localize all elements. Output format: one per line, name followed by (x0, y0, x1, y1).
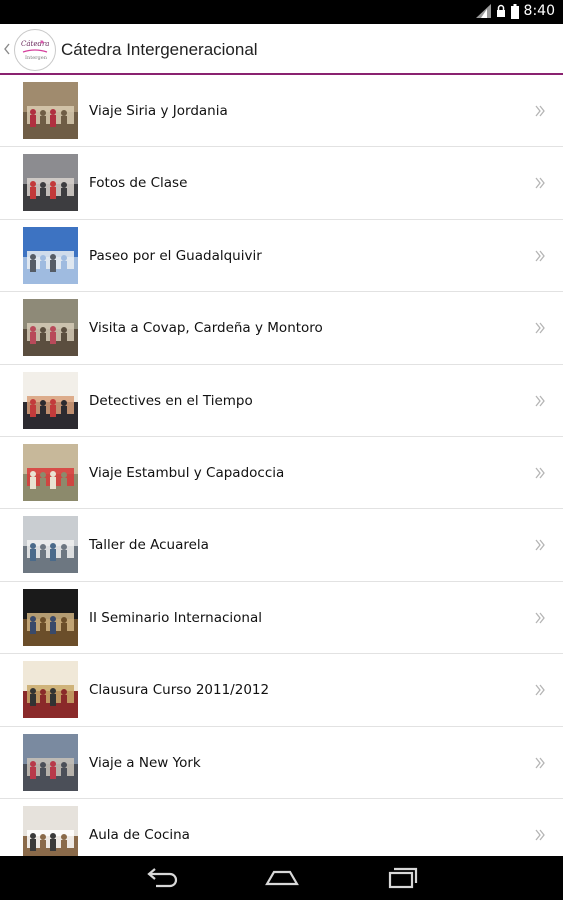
album-thumbnail (23, 443, 78, 501)
signal-icon (475, 4, 491, 18)
svg-text:Cátedra: Cátedra (21, 40, 50, 48)
recent-apps-button[interactable] (382, 864, 422, 892)
chevron-right-icon (533, 320, 547, 336)
album-row[interactable]: Taller de Acuarela (0, 509, 563, 582)
album-thumbnail (23, 588, 78, 646)
back-button[interactable] (142, 864, 182, 892)
album-row[interactable]: Viaje Estambul y Capadoccia (0, 437, 563, 510)
chevron-right-icon (533, 827, 547, 843)
album-label: Viaje Siria y Jordania (89, 103, 228, 119)
class-group-photo (23, 154, 78, 212)
album-thumbnail (23, 226, 78, 284)
chevron-right-icon (533, 103, 547, 119)
album-row[interactable]: Paseo por el Guadalquivir (0, 220, 563, 293)
album-label: Clausura Curso 2011/2012 (89, 682, 270, 699)
chevron-right-icon (533, 465, 547, 481)
city-group-photo (23, 733, 78, 791)
album-label: Visita a Covap, Cardeña y Montoro (89, 320, 323, 337)
album-label: Fotos de Clase (89, 175, 188, 192)
album-row[interactable]: Viaje Siria y Jordania (0, 75, 563, 148)
workshop-room-photo (23, 516, 78, 574)
chevron-right-icon (533, 755, 547, 771)
chevron-right-icon (533, 610, 547, 626)
lock-icon (496, 4, 505, 17)
album-row[interactable]: Fotos de Clase (0, 147, 563, 220)
people-standing-photo (23, 371, 78, 429)
chevron-left-icon (3, 39, 13, 59)
action-bar: Cátedra Intergen Cátedra Intergeneracion… (0, 24, 563, 75)
album-thumbnail (23, 371, 78, 429)
album-label: II Seminario Internacional (89, 609, 263, 626)
bridge-pylons-photo (23, 226, 78, 284)
album-thumbnail (23, 661, 78, 719)
album-label: Aula de Cocina (89, 826, 190, 843)
album-label: Taller de Acuarela (89, 537, 209, 554)
recent-apps-icon (388, 867, 418, 889)
album-label: Viaje Estambul y Capadoccia (89, 464, 285, 481)
album-row[interactable]: Clausura Curso 2011/2012 (0, 654, 563, 727)
chevron-right-icon (533, 175, 547, 191)
album-label: Viaje a New York (89, 754, 201, 771)
ceremony-photo (23, 661, 78, 719)
seminar-stage-photo (23, 588, 78, 646)
kitchen-class-photo (23, 805, 78, 856)
album-thumbnail (23, 299, 78, 357)
navigation-bar (0, 856, 563, 900)
back-icon (147, 868, 178, 888)
album-label: Detectives en el Tiempo (89, 392, 253, 409)
album-list: Viaje Siria y Jordania Fotos de Clase Pase… (0, 75, 563, 856)
album-row[interactable]: Aula de Cocina (0, 799, 563, 856)
album-thumbnail (23, 516, 78, 574)
status-icons: 8:40 (475, 3, 555, 19)
album-label: Paseo por el Guadalquivir (89, 247, 262, 264)
group-outdoors-photo (23, 299, 78, 357)
album-row[interactable]: Visita a Covap, Cardeña y Montoro (0, 292, 563, 365)
svg-text:Intergen: Intergen (25, 55, 48, 61)
chevron-right-icon (533, 537, 547, 553)
album-row[interactable]: Viaje a New York (0, 727, 563, 799)
album-row[interactable]: II Seminario Internacional (0, 582, 563, 655)
home-button[interactable] (262, 864, 302, 892)
album-thumbnail (23, 733, 78, 791)
battery-icon (510, 3, 519, 19)
album-thumbnail (23, 82, 78, 139)
chevron-right-icon (533, 248, 547, 264)
album-thumbnail (23, 805, 78, 856)
album-thumbnail (23, 154, 78, 212)
status-time: 8:40 (523, 3, 555, 19)
chevron-right-icon (533, 393, 547, 409)
status-bar: 8:40 (0, 0, 563, 24)
chevron-right-icon (533, 682, 547, 698)
page-title: Cátedra Intergeneracional (61, 40, 258, 59)
catedra-logo-icon: Cátedra Intergen (14, 29, 56, 71)
group-at-monument-photo (23, 82, 78, 139)
album-row[interactable]: Detectives en el Tiempo (0, 365, 563, 437)
balloon-landscape-photo (23, 443, 78, 501)
home-icon (265, 870, 299, 886)
